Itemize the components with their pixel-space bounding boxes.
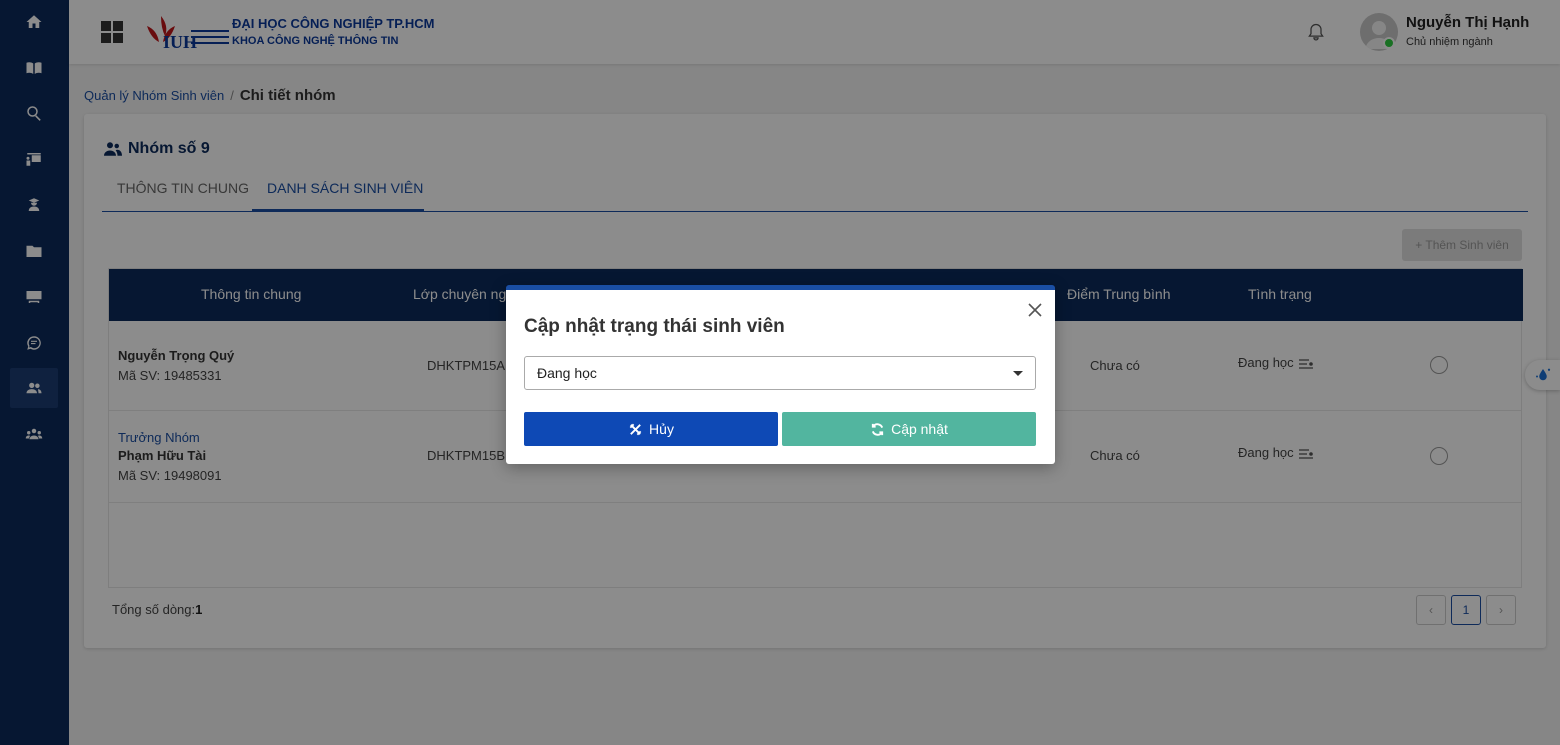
- cancel-button[interactable]: Hủy: [524, 412, 778, 446]
- close-icon[interactable]: [1027, 302, 1043, 318]
- update-button-label: Cập nhật: [891, 421, 948, 437]
- status-select-value: Đang học: [537, 365, 597, 381]
- update-button[interactable]: Cập nhật: [782, 412, 1036, 446]
- cancel-icon: [629, 423, 642, 435]
- chevron-down-icon: [1013, 371, 1023, 376]
- cancel-button-label: Hủy: [649, 421, 674, 437]
- dialog-title: Cập nhật trạng thái sinh viên: [524, 316, 785, 337]
- refresh-icon: [871, 422, 884, 436]
- update-status-dialog: Cập nhật trạng thái sinh viên Đang học H…: [506, 285, 1055, 464]
- status-select[interactable]: Đang học: [524, 356, 1036, 390]
